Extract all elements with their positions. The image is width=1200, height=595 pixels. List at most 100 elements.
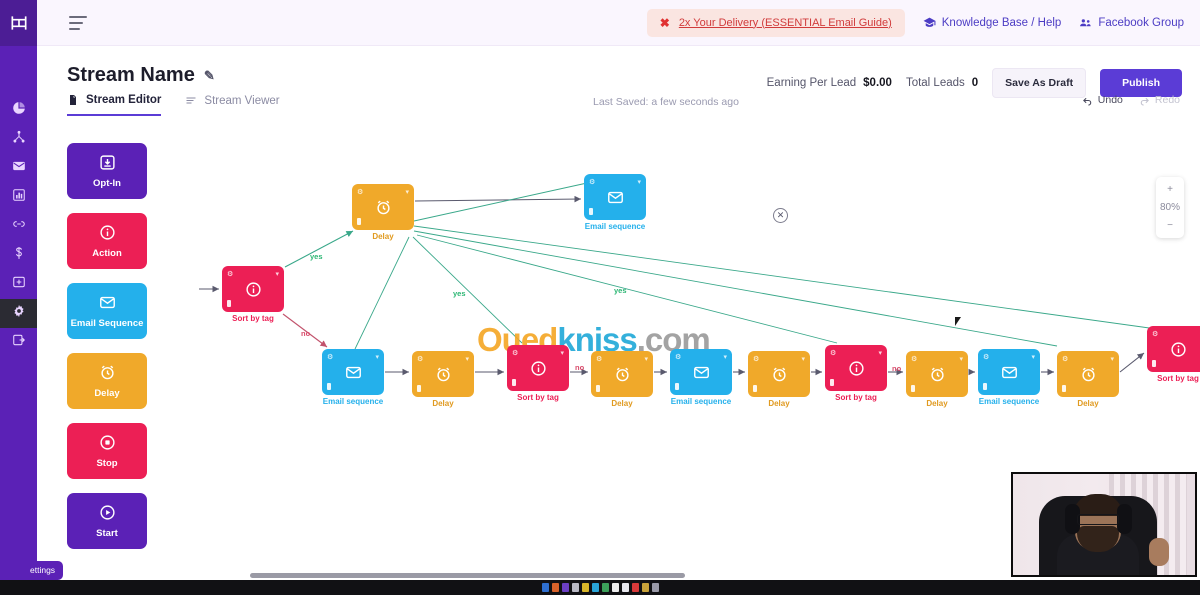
taskbar-icon[interactable] <box>641 583 649 592</box>
flow-node-label: Email sequence <box>584 222 646 231</box>
flow-node-n4[interactable]: ⚙ ▾ Email sequence <box>322 349 384 406</box>
envelope-icon <box>978 349 1040 395</box>
promo-banner[interactable]: ✖ 2x Your Delivery (ESSENTIAL Email Guid… <box>646 8 905 37</box>
dollar-icon <box>12 246 26 265</box>
rail-item-dashboard[interactable] <box>0 96 37 125</box>
close-x-icon[interactable]: ✖ <box>660 16 670 30</box>
redo-label: Redo <box>1154 94 1180 106</box>
palette-node-action[interactable]: Action <box>67 213 147 269</box>
link-icon <box>12 217 26 236</box>
flow-node-n9[interactable]: ⚙ ▾ Delay <box>748 351 810 408</box>
node-palette: Opt-In Action Email Sequence Delay Stop Start <box>67 143 147 549</box>
alarm-clock-icon <box>591 351 653 397</box>
redo-button[interactable]: Redo <box>1139 94 1180 106</box>
top-navigation-bar: ✖ 2x Your Delivery (ESSENTIAL Email Guid… <box>37 0 1200 46</box>
page-title-text: Stream Name <box>67 64 195 86</box>
palette-node-label: Action <box>92 247 122 259</box>
flow-node-n2[interactable]: ⚙ ▾ Delay <box>352 184 414 241</box>
metric-value: 0 <box>971 77 979 89</box>
add-box-icon <box>12 275 26 294</box>
knowledge-base-label: Knowledge Base / Help <box>941 16 1062 29</box>
taskbar-icon[interactable] <box>591 583 599 592</box>
settings-tooltip: ettings <box>22 561 64 580</box>
flow-node-n14[interactable]: ⚙▾Sort by tag <box>1147 326 1200 383</box>
inbox-download-icon <box>99 154 116 174</box>
os-taskbar <box>0 580 1200 595</box>
rail-item-settings[interactable] <box>0 299 37 328</box>
horizontal-scrollbar[interactable] <box>250 573 685 578</box>
edge-label-yes: yes <box>614 286 627 295</box>
flow-node-n7[interactable]: ⚙ ▾ Delay <box>591 351 653 408</box>
edge-delete-x-icon[interactable]: ✕ <box>773 208 788 223</box>
flow-node-n12[interactable]: ⚙ ▾ Email sequence <box>978 349 1040 406</box>
flow-node-n5[interactable]: ⚙ ▾ Delay <box>412 351 474 408</box>
taskbar-icon[interactable] <box>551 583 559 592</box>
rail-item-funnels[interactable] <box>0 125 37 154</box>
promo-label[interactable]: 2x Your Delivery (ESSENTIAL Email Guide) <box>679 17 892 29</box>
flow-node-n11[interactable]: ⚙ ▾ Delay <box>906 351 968 408</box>
flow-node-label: Sort by tag <box>1157 374 1199 383</box>
palette-node-label: Opt-In <box>93 177 121 189</box>
mail-icon <box>12 159 26 178</box>
taskbar-icon[interactable] <box>541 583 549 592</box>
tab-stream-editor[interactable]: Stream Editor <box>67 94 162 116</box>
rail-item-add[interactable] <box>0 270 37 299</box>
rail-item-logout[interactable] <box>0 328 37 357</box>
alarm-clock-icon <box>1057 351 1119 397</box>
taskbar-icon[interactable] <box>631 583 639 592</box>
zoom-level-label: 80% <box>1159 202 1180 213</box>
app-screenshot: ✖ 2x Your Delivery (ESSENTIAL Email Guid… <box>0 0 1200 595</box>
flow-node-n10[interactable]: ⚙ ▾ Sort by tag <box>825 345 887 402</box>
save-as-draft-button[interactable]: Save As Draft <box>992 68 1087 98</box>
edge-label-no: no <box>575 363 585 372</box>
taskbar-icon[interactable] <box>571 583 579 592</box>
palette-node-label: Start <box>96 527 118 539</box>
taskbar-icon[interactable] <box>581 583 589 592</box>
palette-node-stop[interactable]: Stop <box>67 423 147 479</box>
flow-node-n3[interactable]: ⚙ ▾ Email sequence <box>584 174 646 231</box>
rail-item-billing[interactable] <box>0 241 37 270</box>
tab-stream-viewer[interactable]: Stream Viewer <box>185 94 280 116</box>
undo-label: Undo <box>1097 94 1123 106</box>
flow-node-n8[interactable]: ⚙ ▾ Email sequence <box>670 349 732 406</box>
rail-item-links[interactable] <box>0 212 37 241</box>
palette-node-label: Delay <box>94 387 120 399</box>
flow-node-label: Delay <box>611 399 633 408</box>
taskbar-icon[interactable] <box>611 583 619 592</box>
rail-item-stats[interactable] <box>0 183 37 212</box>
envelope-icon <box>584 174 646 220</box>
taskbar-icon[interactable] <box>601 583 609 592</box>
palette-node-email-sequence[interactable]: Email Sequence <box>67 283 147 339</box>
mouse-cursor <box>955 317 964 326</box>
logout-icon <box>12 333 26 352</box>
flow-node-n6[interactable]: ⚙ ▾ Sort by tag <box>507 345 569 402</box>
flow-node-label: Delay <box>372 232 394 241</box>
undo-button[interactable]: Undo <box>1082 94 1123 106</box>
envelope-icon <box>99 294 116 314</box>
hamburger-menu-icon[interactable] <box>69 15 87 30</box>
palette-node-delay[interactable]: Delay <box>67 353 147 409</box>
flow-node-label: Email sequence <box>322 397 384 406</box>
zoom-out-button[interactable]: − <box>1167 220 1173 231</box>
palette-node-opt-in[interactable]: Opt-In <box>67 143 147 199</box>
taskbar-icon[interactable] <box>621 583 629 592</box>
palette-node-label: Stop <box>96 457 118 469</box>
publish-button[interactable]: Publish <box>1100 69 1182 97</box>
flow-node-label: Delay <box>1077 399 1099 408</box>
palette-node-start[interactable]: Start <box>67 493 147 549</box>
flow-node-n13[interactable]: ⚙ ▾ Delay <box>1057 351 1119 408</box>
flow-node-label: Delay <box>768 399 790 408</box>
taskbar-icon[interactable] <box>561 583 569 592</box>
flow-node-n1[interactable]: ⚙ ▾ Sort by tag <box>222 266 284 323</box>
taskbar-icon[interactable] <box>651 583 659 592</box>
facebook-group-link[interactable]: Facebook Group <box>1079 16 1184 29</box>
gear-icon <box>12 304 26 323</box>
pencil-icon[interactable]: ✎ <box>204 68 215 84</box>
zoom-in-button[interactable]: + <box>1167 184 1173 195</box>
rail-item-email[interactable] <box>0 154 37 183</box>
webcam-glasses <box>1077 514 1119 525</box>
history-controls: Undo Redo <box>1082 94 1180 106</box>
knowledge-base-link[interactable]: Knowledge Base / Help <box>923 16 1062 29</box>
app-logo-icon[interactable] <box>0 0 37 46</box>
undo-arrow-icon <box>1082 97 1092 106</box>
